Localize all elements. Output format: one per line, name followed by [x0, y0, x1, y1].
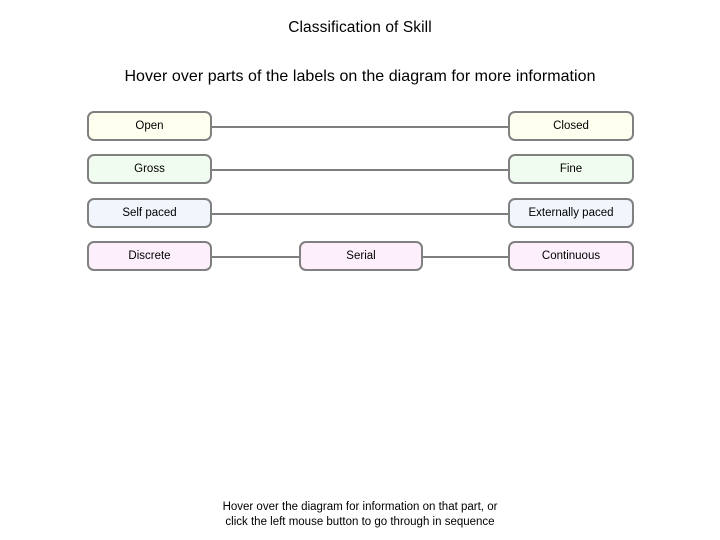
node-open[interactable]: Open [87, 111, 212, 141]
node-label: Fine [559, 162, 583, 175]
continuum-row-discrete-serial-continuous: Discrete Serial Continuous [0, 241, 720, 273]
continuum-row-open-closed: Open Closed [0, 111, 720, 143]
continuum-row-gross-fine: Gross Fine [0, 154, 720, 186]
slide-canvas: Classification of Skill Hover over parts… [0, 0, 720, 540]
connector-line [212, 126, 508, 128]
node-label: Self paced [122, 206, 177, 219]
footer-instructions: Hover over the diagram for information o… [0, 500, 720, 530]
node-label: Open [135, 119, 164, 132]
node-label: Continuous [541, 249, 601, 262]
node-label: Closed [553, 119, 589, 132]
node-serial[interactable]: Serial [299, 241, 423, 271]
node-label: Gross [134, 162, 165, 175]
footer-line-1: Hover over the diagram for information o… [222, 501, 498, 513]
node-gross[interactable]: Gross [87, 154, 212, 184]
node-fine[interactable]: Fine [508, 154, 634, 184]
connector-line [212, 213, 508, 215]
connector-line [423, 256, 508, 258]
node-label: Serial [346, 249, 376, 262]
classification-diagram[interactable]: Open Closed Gross Fine Self paced Externally … [0, 0, 720, 540]
node-externally-paced[interactable]: Externally paced [508, 198, 634, 228]
connector-line [212, 169, 508, 171]
node-self-paced[interactable]: Self paced [87, 198, 212, 228]
continuum-row-self-externally-paced: Self paced Externally paced [0, 198, 720, 230]
node-closed[interactable]: Closed [508, 111, 634, 141]
connector-line [212, 256, 299, 258]
node-continuous[interactable]: Continuous [508, 241, 634, 271]
footer-line-2: click the left mouse button to go throug… [225, 516, 495, 528]
node-label: Externally paced [528, 206, 614, 219]
node-discrete[interactable]: Discrete [87, 241, 212, 271]
node-label: Discrete [128, 249, 171, 262]
